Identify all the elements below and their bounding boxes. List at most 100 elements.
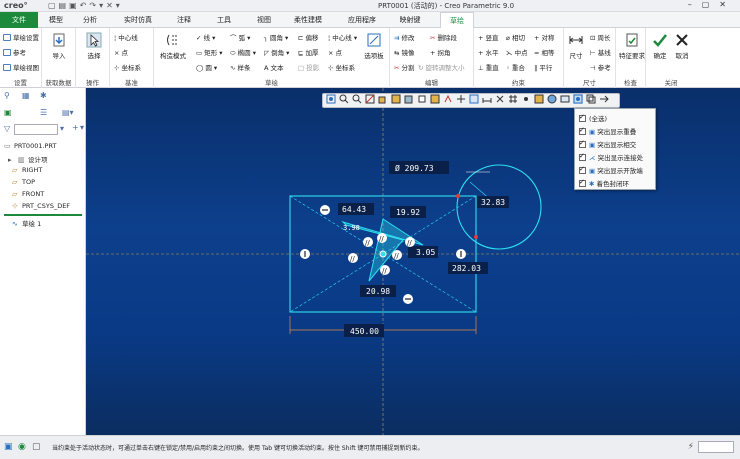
tab-analysis[interactable]: 分析 [76,12,104,28]
tree-item-part[interactable]: ▭ PRT0001.PRT [4,142,56,150]
tab-file[interactable]: 文件 [0,12,38,28]
tree-item-right[interactable]: ▱ RIGHT [12,166,42,174]
datum-centerline-button[interactable]: ¦ 中心线 [114,32,138,42]
checkbox-icon[interactable] [579,113,586,122]
mirror-button[interactable]: ⇆ 镜像 [394,47,415,57]
datum-csys-button[interactable]: ⊹ 坐标系 [114,62,141,72]
grid-display-icon[interactable] [508,94,518,104]
tree-item-design-items[interactable]: ▸ ▥ 设计项 [8,154,48,164]
tree-item-front[interactable]: ▱ FRONT [12,190,44,198]
tree-settings-icon[interactable]: ☰ [40,108,47,117]
sketch-setup-button[interactable]: 草绘设置 [3,32,39,42]
constraint-tangent-button[interactable]: ⌀ 相切 [506,32,525,42]
sketch-diagnostics-icon[interactable] [573,94,583,104]
status-browser-toggle-icon[interactable]: ◉ [18,442,26,452]
rectangle-button[interactable]: ▭ 矩形 ▾ [196,47,223,57]
datum-display-icon[interactable] [430,94,440,104]
status-filter-icon[interactable]: ⚡ [688,442,694,452]
favorites-tab-icon[interactable]: ✱ [40,91,47,100]
checkbox-icon[interactable] [579,165,586,174]
tree-item-csys[interactable]: ⊹ PRT_CSYS_DEF [12,202,70,210]
tab-view[interactable]: 视图 [250,12,278,28]
perimeter-button[interactable]: ⊡ 周长 [590,32,611,42]
constraint-display-icon[interactable] [495,94,505,104]
repaint-icon[interactable] [365,94,375,104]
appearance-icon[interactable] [547,94,557,104]
ellipse-button[interactable]: ⬭ 椭圆 ▾ [230,47,256,58]
show-icon[interactable]: ▤▾ [62,108,74,117]
circle-button[interactable]: ◯ 圆 ▾ [196,62,217,72]
constraint-equal-button[interactable]: = 相等 [534,47,555,57]
tree-filter-input[interactable] [14,124,58,135]
dim-20-98[interactable]: 20.98 [366,287,390,296]
status-selection-filter[interactable] [698,441,734,453]
baseline-button[interactable]: ⊢ 基线 [590,47,611,57]
ok-button[interactable]: 确定 [648,32,672,60]
select-button[interactable]: 选择 [82,32,106,60]
status-tree-toggle-icon[interactable]: ▣ [4,442,13,452]
fillet-button[interactable]: ╮ 圆角 ▾ [264,32,288,42]
corner-button[interactable]: + 拐角 [430,47,451,57]
perspective-icon[interactable] [378,94,388,104]
checkbox-icon[interactable] [579,152,586,161]
sketch-view-toolbar-icon[interactable] [469,94,479,104]
tree-item-top[interactable]: ▱ TOP [12,178,35,186]
dimension-button[interactable]: 尺寸 [564,32,588,60]
dim-3-98[interactable]: 3.98 [343,224,360,232]
constraint-midpoint-button[interactable]: ⋋ 中点 [506,47,528,57]
constraint-vertical-button[interactable]: + 竖直 [478,32,499,42]
sketch-csys-button[interactable]: ⊹ 坐标系 [328,62,355,72]
tab-mapkeys[interactable]: 映射键 [394,12,426,28]
rotate-resize-button[interactable]: ↻ 旋转调整大小 [418,62,465,72]
offset-button[interactable]: ⊏ 偏移 [298,32,319,42]
render-icon[interactable] [534,94,544,104]
feature-requirements-button[interactable]: 特征要求 [618,32,646,60]
import-button[interactable]: 导入 [47,32,71,60]
checkbox-icon[interactable] [579,178,586,187]
tab-live-simulation[interactable]: 实时仿真 [118,12,158,28]
annotation-display-icon[interactable] [456,94,466,104]
add-filter-icon[interactable]: + [72,123,79,132]
saved-views-icon[interactable] [391,94,401,104]
window-controls[interactable]: –▢✕ [688,0,736,9]
constraint-perpendicular-button[interactable]: ⊥ 重直 [478,62,499,72]
tab-sketch[interactable]: 草绘 [440,12,474,29]
dim-display-icon[interactable] [482,94,492,104]
constraint-horizontal-button[interactable]: + 水平 [478,47,499,57]
constraint-parallel-button[interactable]: ∥ 平行 [534,62,552,72]
constraint-coincident-button[interactable]: ◦ 重合 [506,62,525,72]
tree-view-icon[interactable]: ▣ [4,108,12,117]
project-button[interactable]: □ 投影 [298,62,319,72]
tree-more-icon[interactable]: ▾ [80,123,84,132]
cancel-button[interactable]: 取消 [670,32,694,60]
dim-450-00[interactable]: 450.00 [350,327,379,336]
overlap-icon[interactable] [586,94,596,104]
chamfer-button[interactable]: ◸ 倒角 ▾ [264,47,289,57]
layer-icon[interactable] [560,94,570,104]
menu-item-highlight-intersect[interactable]: ▣ 突出显示相交 [579,139,636,149]
menu-item-select-all[interactable]: (全选) [579,113,607,123]
divide-button[interactable]: ✂ 分割 [394,62,415,72]
folder-tab-icon[interactable]: ▦ [22,91,30,100]
datum-point-button[interactable]: × 点 [114,47,128,57]
refit-icon[interactable] [326,94,336,104]
menu-item-highlight-junction[interactable]: ⋌ 突出显示连接处 [579,152,643,162]
delete-segment-button[interactable]: ✂ 删除段 [430,32,457,42]
arc-button[interactable]: ⌒ 弧 ▾ [230,32,250,42]
palette-button[interactable]: 选项板 [361,32,387,60]
section-icon[interactable] [417,94,427,104]
spin-center-icon[interactable] [443,94,453,104]
graphics-canvas[interactable]: Ø 209.73 64.43 19.92 32.83 3.98 3.05 282… [86,88,740,435]
reference-dim-button[interactable]: ⊣ 参考 [590,62,611,72]
display-style-icon[interactable] [404,94,414,104]
zoom-in-icon[interactable] [339,94,349,104]
tab-tools[interactable]: 工具 [210,12,238,28]
constraint-symmetric-button[interactable]: + 对称 [534,32,555,42]
menu-item-highlight-open-ends[interactable]: ▣ 突出显示开放端 [579,165,643,175]
zoom-out-icon[interactable] [352,94,362,104]
tab-applications[interactable]: 应用程序 [342,12,382,28]
dim-diameter[interactable]: Ø 209.73 [395,163,434,173]
quick-access-toolbar[interactable]: ▢▤▣↶↷▾✕▾ [48,1,123,10]
dim-64-43[interactable]: 64.43 [342,205,366,214]
model-tree-tab-icon[interactable]: ⚲ [4,91,10,100]
